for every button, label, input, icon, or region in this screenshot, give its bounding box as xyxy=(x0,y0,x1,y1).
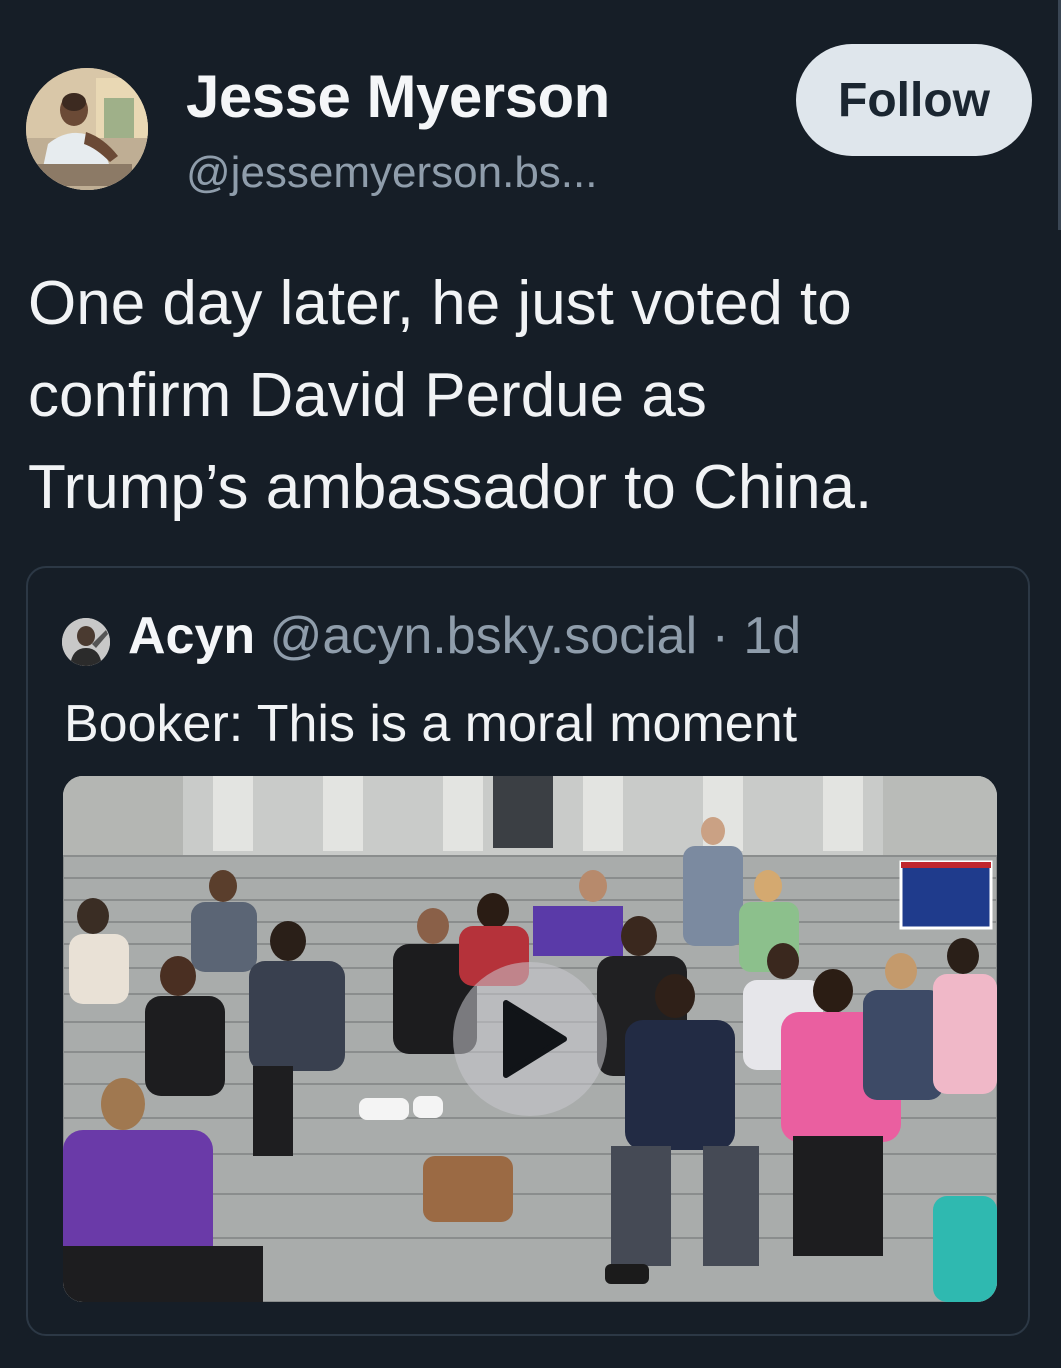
quoted-post-meta: Acyn @acyn.bsky.social · 1d xyxy=(128,606,801,666)
post-body: One day later, he just voted to confirm … xyxy=(28,258,1028,534)
play-icon xyxy=(503,1000,567,1078)
follow-button[interactable]: Follow xyxy=(796,44,1032,156)
quoted-author-name[interactable]: Acyn xyxy=(128,607,255,665)
author-avatar[interactable] xyxy=(26,68,148,190)
meta-separator: · xyxy=(711,607,729,665)
author-name[interactable]: Jesse Myerson xyxy=(186,62,610,131)
post-header: Jesse Myerson @jessemyerson.bs... Follow xyxy=(26,44,1036,200)
quoted-post-text: Booker: This is a moral moment xyxy=(64,695,798,753)
quoted-author-handle[interactable]: @acyn.bsky.social xyxy=(270,607,698,665)
video-player[interactable] xyxy=(63,776,997,1302)
post-text-line: confirm David Perdue as xyxy=(28,361,707,430)
quoted-author-avatar[interactable] xyxy=(62,618,110,666)
quoted-post-time[interactable]: 1d xyxy=(743,607,801,665)
post-text-line: One day later, he just voted to xyxy=(28,269,852,338)
author-handle[interactable]: @jessemyerson.bs... xyxy=(186,148,597,198)
play-button[interactable] xyxy=(453,962,607,1116)
post-page: Jesse Myerson @jessemyerson.bs... Follow… xyxy=(0,0,1061,1368)
post-text-line: Trump’s ambassador to China. xyxy=(28,453,873,522)
quoted-post-card[interactable]: Acyn @acyn.bsky.social · 1d Booker: This… xyxy=(26,566,1030,1336)
